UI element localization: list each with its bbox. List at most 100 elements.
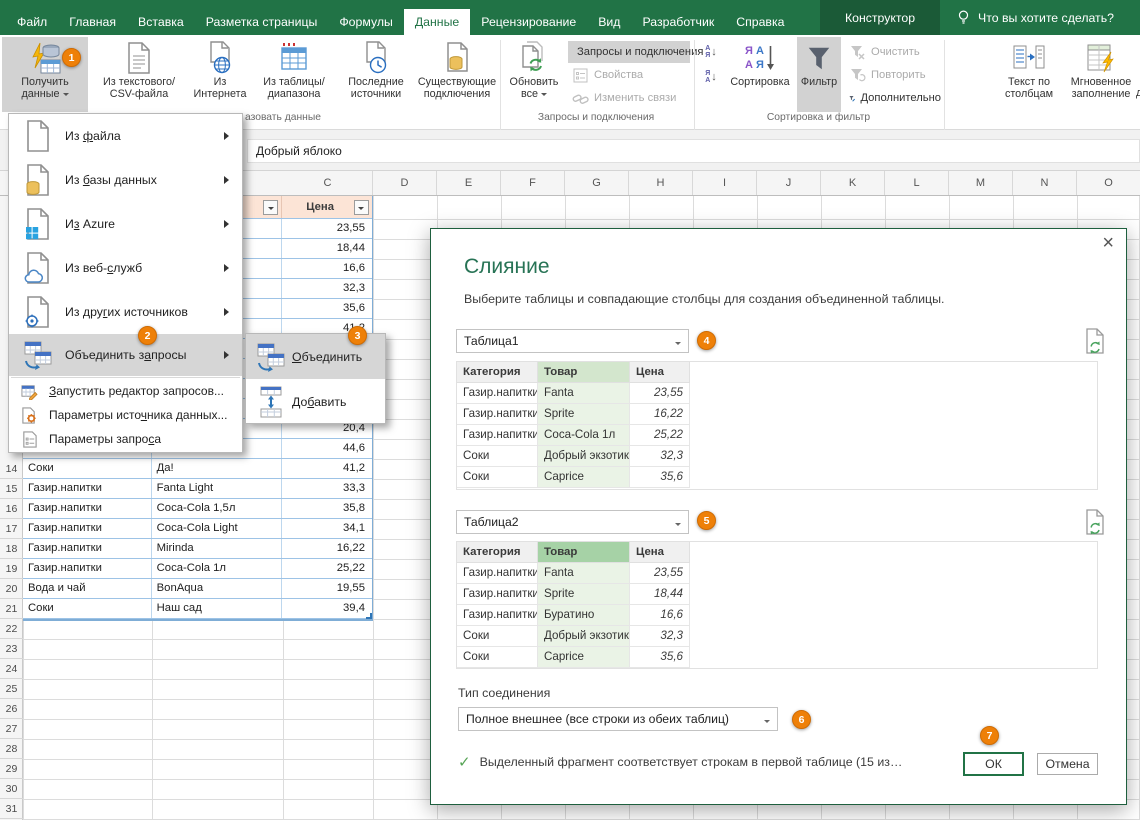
- ribbon-tab[interactable]: Вид: [587, 9, 631, 35]
- cell-price[interactable]: 16,22: [282, 539, 372, 558]
- cell-category[interactable]: Газир.напитки: [23, 519, 152, 538]
- row-header[interactable]: 18: [0, 539, 23, 559]
- row-header[interactable]: 29: [0, 759, 23, 779]
- edit-links-button[interactable]: Изменить связи: [568, 87, 690, 109]
- cell-product[interactable]: Mirinda: [152, 539, 283, 558]
- cell-category[interactable]: Газир.напитки: [23, 499, 152, 518]
- cell-category[interactable]: Вода и чай: [23, 579, 152, 598]
- properties-button[interactable]: Свойства: [568, 64, 690, 86]
- row-header[interactable]: 28: [0, 739, 23, 759]
- header-cell-price[interactable]: Цена: [282, 196, 372, 218]
- row-header[interactable]: 16: [0, 499, 23, 519]
- row-header[interactable]: 19: [0, 559, 23, 579]
- menu-item-from-other-sources[interactable]: Из других источников: [9, 290, 242, 334]
- cell-price[interactable]: 25,22: [282, 559, 372, 578]
- preview-column-header[interactable]: Категория: [457, 362, 538, 383]
- queries-connections-button[interactable]: Запросы и подключения: [568, 41, 703, 63]
- row-header[interactable]: 25: [0, 679, 23, 699]
- row-header[interactable]: 31: [0, 799, 23, 819]
- row-header[interactable]: 24: [0, 659, 23, 679]
- column-header[interactable]: K: [821, 171, 885, 195]
- preview-column-header[interactable]: Товар: [538, 542, 630, 563]
- filter-dropdown-button[interactable]: [353, 200, 369, 215]
- recent-sources-button[interactable]: Последние источники: [338, 37, 414, 112]
- ribbon-tab[interactable]: Файл: [6, 9, 58, 35]
- column-header[interactable]: H: [629, 171, 693, 195]
- column-header[interactable]: E: [437, 171, 501, 195]
- ribbon-tab[interactable]: Вставка: [127, 9, 195, 35]
- column-header[interactable]: J: [757, 171, 821, 195]
- text-to-columns-button[interactable]: Текст по столбцам: [995, 37, 1063, 112]
- cell-price[interactable]: 33,3: [282, 479, 372, 498]
- cell-price[interactable]: 41,2: [282, 459, 372, 478]
- cell-product[interactable]: Coca-Cola Light: [152, 519, 283, 538]
- refresh-preview-icon[interactable]: [1084, 509, 1106, 535]
- row-header[interactable]: 22: [0, 619, 23, 639]
- join-type-select[interactable]: Полное внешнее (все строки из обеих табл…: [458, 707, 778, 731]
- preview-column-header[interactable]: Товар: [538, 362, 630, 383]
- flash-fill-button[interactable]: Мгновенное заполнение: [1066, 37, 1136, 112]
- cell-price[interactable]: 16,6: [282, 259, 372, 278]
- cell-category[interactable]: Соки: [23, 459, 152, 478]
- column-header[interactable]: C: [283, 171, 373, 195]
- menu-item-from-database[interactable]: Из базы данных: [9, 158, 242, 202]
- menu-item-from-web-services[interactable]: Из веб-служб: [9, 246, 242, 290]
- cell-category[interactable]: Газир.напитки: [23, 539, 152, 558]
- column-header[interactable]: D: [373, 171, 437, 195]
- cell-category[interactable]: Газир.напитки: [23, 479, 152, 498]
- cell-price[interactable]: 35,6: [282, 299, 372, 318]
- cancel-button[interactable]: Отмена: [1037, 753, 1098, 775]
- tab-constructor[interactable]: Конструктор: [820, 0, 940, 35]
- filter-dropdown-button[interactable]: [263, 200, 279, 215]
- menu-item-merge-queries[interactable]: Объединить запросы: [9, 334, 242, 376]
- row-header[interactable]: 15: [0, 479, 23, 499]
- sort-ascending-button[interactable]: А Я ↓: [699, 41, 723, 63]
- ribbon-tab[interactable]: Разметка страницы: [195, 9, 329, 35]
- refresh-preview-icon[interactable]: [1084, 328, 1106, 354]
- cell-product[interactable]: Coca-Cola 1л: [152, 559, 283, 578]
- ribbon-tab[interactable]: Данные: [403, 9, 471, 35]
- filter-button[interactable]: Фильтр: [797, 37, 841, 112]
- ribbon-tab[interactable]: Разработчик: [631, 9, 725, 35]
- clear-filter-button[interactable]: Очистить: [845, 41, 941, 63]
- column-header[interactable]: N: [1013, 171, 1077, 195]
- cell-product[interactable]: Наш сад: [152, 599, 283, 618]
- ribbon-tab[interactable]: Рецензирование: [470, 9, 587, 35]
- menu-item-query-options[interactable]: Параметры запроса: [9, 427, 242, 451]
- cell-category[interactable]: Газир.напитки: [23, 559, 152, 578]
- from-web-button[interactable]: Из Интернета: [190, 37, 250, 112]
- table1-select[interactable]: Таблица1: [456, 329, 689, 353]
- menu-item-from-azure[interactable]: Из Azure: [9, 202, 242, 246]
- column-header[interactable]: L: [885, 171, 949, 195]
- menu-item-data-source-settings[interactable]: Параметры источника данных...: [9, 403, 242, 427]
- tell-me-box[interactable]: Что вы хотите сделать?: [956, 0, 1114, 35]
- cell-price[interactable]: 34,1: [282, 519, 372, 538]
- cell-category[interactable]: Соки: [23, 599, 152, 618]
- close-icon[interactable]: ×: [1102, 233, 1114, 253]
- cell-price[interactable]: 39,4: [282, 599, 372, 618]
- existing-connections-button[interactable]: Существующие подключения: [416, 37, 498, 112]
- menu-item-from-file[interactable]: Из файла: [9, 114, 242, 158]
- row-header[interactable]: 23: [0, 639, 23, 659]
- reapply-filter-button[interactable]: Повторить: [845, 64, 941, 86]
- column-header[interactable]: O: [1077, 171, 1140, 195]
- preview-column-header[interactable]: Категория: [457, 542, 538, 563]
- column-header[interactable]: G: [565, 171, 629, 195]
- ribbon-tab[interactable]: Справка: [725, 9, 795, 35]
- menu-item-launch-query-editor[interactable]: Запустить редактор запросов...: [9, 379, 242, 403]
- cell-price[interactable]: 44,6: [282, 439, 372, 458]
- row-header[interactable]: 21: [0, 599, 23, 619]
- cell-product[interactable]: Да!: [152, 459, 283, 478]
- row-header[interactable]: 17: [0, 519, 23, 539]
- cell-price[interactable]: 23,55: [282, 219, 372, 238]
- preview-column-header[interactable]: Цена: [630, 542, 690, 563]
- row-header[interactable]: 30: [0, 779, 23, 799]
- column-header[interactable]: M: [949, 171, 1013, 195]
- formula-bar[interactable]: [247, 139, 1140, 163]
- cell-price[interactable]: 18,44: [282, 239, 372, 258]
- cell-product[interactable]: Fanta Light: [152, 479, 283, 498]
- cell-product[interactable]: Coca-Cola 1,5л: [152, 499, 283, 518]
- row-header[interactable]: 20: [0, 579, 23, 599]
- sort-descending-button[interactable]: Я А ↓: [699, 66, 723, 88]
- from-text-csv-button[interactable]: Из текстового/ CSV-файла: [90, 37, 188, 112]
